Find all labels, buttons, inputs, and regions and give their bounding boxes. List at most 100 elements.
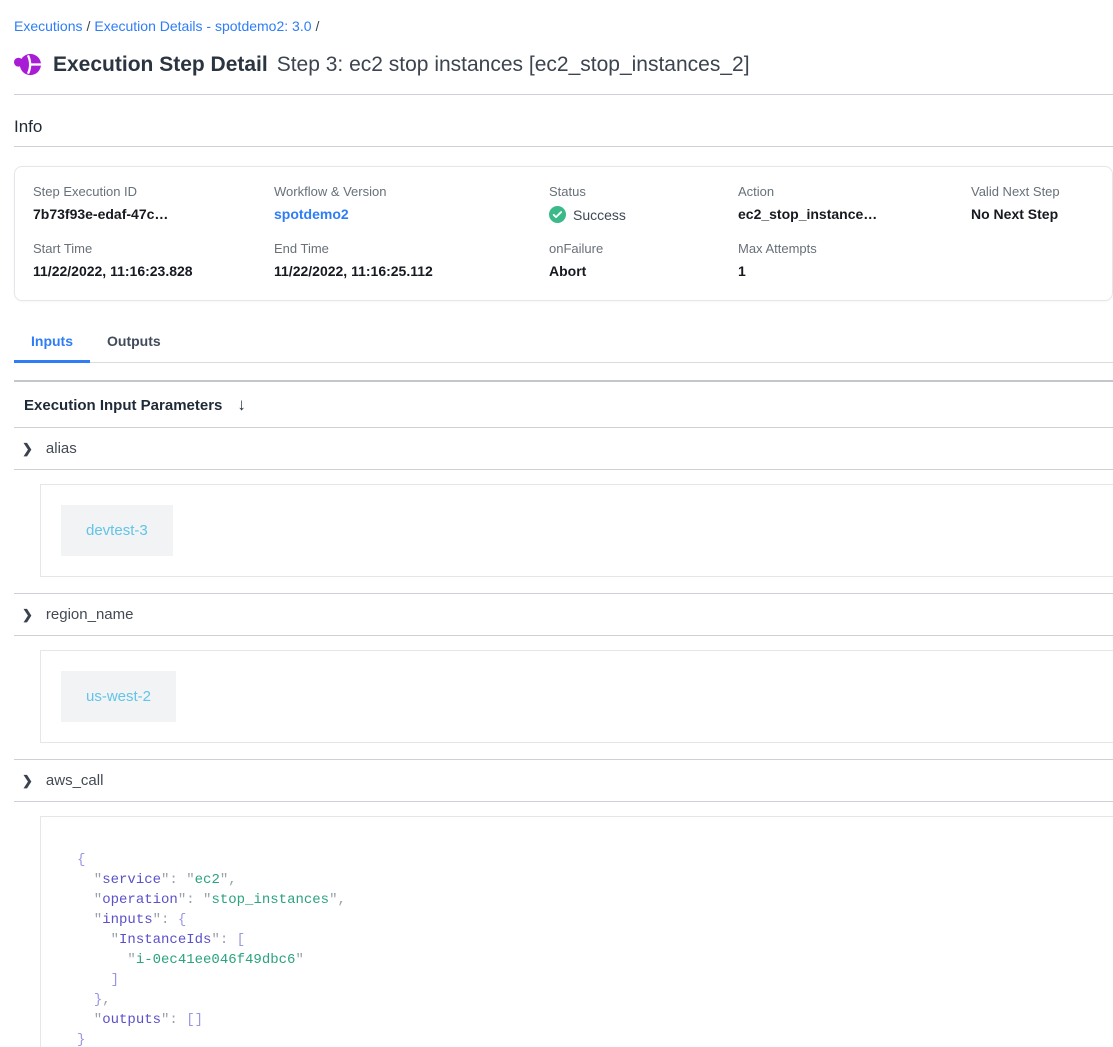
field-label: Valid Next Step <box>971 184 1112 199</box>
param-row-region_name[interactable]: ❯ region_name <box>0 594 1113 635</box>
page-subtitle: Step 3: ec2 stop instances [ec2_stop_ins… <box>277 53 750 77</box>
info-field: Valid Next Step No Next Step <box>971 184 1112 224</box>
code-token: service <box>102 872 161 888</box>
field-label: Status <box>549 184 738 199</box>
field-label: Workflow & Version <box>274 184 549 199</box>
tab-bar: InputsOutputs <box>14 325 1113 363</box>
info-field: Max Attempts 1 <box>738 241 971 279</box>
code-token: operation <box>102 892 178 908</box>
code-token: } <box>94 992 102 1008</box>
code-token: ": " <box>161 872 195 888</box>
code-token: ", <box>220 872 237 888</box>
chevron-right-icon[interactable]: ❯ <box>22 773 33 789</box>
param-name: aws_call <box>46 772 104 789</box>
tab-outputs[interactable]: Outputs <box>90 325 178 363</box>
field-label: End Time <box>274 241 549 256</box>
code-token: " <box>295 952 303 968</box>
workflow-version-link[interactable]: spotdemo2 <box>274 206 349 222</box>
param-divider <box>14 801 1113 802</box>
field-label: Step Execution ID <box>33 184 274 199</box>
code-token: ec2 <box>195 872 220 888</box>
code-token: } <box>77 1032 85 1047</box>
info-field: End Time 11/22/2022, 11:16:25.112 <box>274 241 549 279</box>
title-divider <box>14 94 1113 95</box>
sort-direction-icon[interactable]: ↓ <box>237 395 246 415</box>
field-label: Start Time <box>33 241 274 256</box>
info-field: Start Time 11/22/2022, 11:16:23.828 <box>33 241 274 279</box>
breadcrumb: Executions/Execution Details - spotdemo2… <box>0 0 1113 35</box>
field-label: Action <box>738 184 971 199</box>
field-value: ec2_stop_instance… <box>738 206 971 222</box>
json-code-panel: { "service": "ec2", "operation": "stop_i… <box>40 816 1113 1047</box>
code-token: [ <box>237 932 245 948</box>
breadcrumb-link[interactable]: Executions <box>14 18 82 34</box>
code-token: " <box>77 912 102 928</box>
field-value: 1 <box>738 263 971 279</box>
code-token: InstanceIds <box>119 932 211 948</box>
brand-logo-icon <box>14 51 41 78</box>
info-divider <box>14 146 1113 147</box>
param-divider <box>14 469 1113 470</box>
field-value: No Next Step <box>971 206 1112 222</box>
code-token: outputs <box>102 1012 161 1028</box>
code-token: " <box>77 932 119 948</box>
execution-input-parameters-header: Execution Input Parameters ↓ <box>0 382 1113 427</box>
code-token: ": " <box>178 892 212 908</box>
code-token: inputs <box>102 912 152 928</box>
code-token <box>77 972 111 988</box>
info-field: Step Execution ID 7b73f93e-edaf-47c… <box>33 184 274 224</box>
code-token: " <box>77 872 102 888</box>
field-label: Max Attempts <box>738 241 971 256</box>
code-token: " <box>77 952 136 968</box>
code-token: { <box>178 912 186 928</box>
code-token: ": <box>153 912 178 928</box>
info-section-title: Info <box>14 117 1113 137</box>
code-token <box>77 992 94 1008</box>
parameters-list: ❯ alias devtest-3 ❯ region_name us-west-2 ❯ aws… <box>0 428 1113 1047</box>
code-token: " <box>77 892 102 908</box>
code-token: i-0ec41ee046f49dbc6 <box>136 952 296 968</box>
info-field: Workflow & Version spotdemo2 <box>274 184 549 224</box>
code-token: stop_instances <box>211 892 329 908</box>
info-field: Status Success <box>549 184 738 224</box>
code-token: ] <box>111 972 119 988</box>
param-value-chip: devtest-3 <box>61 505 173 556</box>
json-code-block: { "service": "ec2", "operation": "stop_i… <box>77 850 1113 1047</box>
code-token: " <box>77 1012 102 1028</box>
info-field: onFailure Abort <box>549 241 738 279</box>
field-label: onFailure <box>549 241 738 256</box>
breadcrumb-link[interactable]: Execution Details - spotdemo2: 3.0 <box>94 18 311 34</box>
param-row-aws_call[interactable]: ❯ aws_call <box>0 760 1113 801</box>
status-badge: Success <box>549 206 738 223</box>
page-title: Execution Step Detail <box>53 53 268 77</box>
code-token: , <box>102 992 110 1008</box>
info-card: Step Execution ID 7b73f93e-edaf-47c…Workf… <box>14 166 1113 301</box>
param-value-panel: us-west-2 <box>40 650 1113 743</box>
code-token: { <box>77 852 85 868</box>
breadcrumb-separator: / <box>86 18 90 34</box>
code-token: ", <box>329 892 346 908</box>
chevron-right-icon[interactable]: ❯ <box>22 607 33 623</box>
param-value-chip: us-west-2 <box>61 671 176 722</box>
status-text: Success <box>573 207 626 223</box>
tab-inputs[interactable]: Inputs <box>14 325 90 363</box>
field-value: Abort <box>549 263 738 279</box>
execution-input-parameters-label: Execution Input Parameters <box>24 397 222 414</box>
field-value: 11/22/2022, 11:16:23.828 <box>33 263 274 279</box>
success-check-icon <box>549 206 566 223</box>
param-name: region_name <box>46 606 134 623</box>
breadcrumb-separator: / <box>316 18 320 34</box>
field-value: 11/22/2022, 11:16:25.112 <box>274 263 549 279</box>
param-value-panel: devtest-3 <box>40 484 1113 577</box>
page-header: Execution Step Detail Step 3: ec2 stop i… <box>14 51 1113 78</box>
field-value: 7b73f93e-edaf-47c… <box>33 206 274 222</box>
chevron-right-icon[interactable]: ❯ <box>22 441 33 457</box>
execution-step-detail-page: Executions/Execution Details - spotdemo2… <box>0 0 1113 1047</box>
param-row-alias[interactable]: ❯ alias <box>0 428 1113 469</box>
code-token: ": <box>211 932 236 948</box>
param-name: alias <box>46 440 77 457</box>
info-field: Action ec2_stop_instance… <box>738 184 971 224</box>
code-token: ": <box>161 1012 186 1028</box>
param-divider <box>14 635 1113 636</box>
code-token: [] <box>186 1012 203 1028</box>
